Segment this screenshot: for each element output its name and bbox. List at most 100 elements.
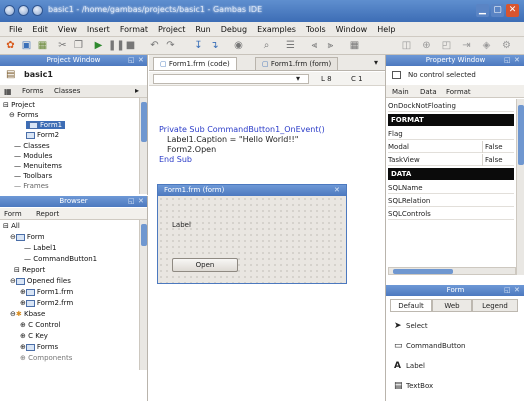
step-over-icon[interactable]: ↴ <box>208 39 221 52</box>
scroll-thumb[interactable] <box>393 269 453 274</box>
label-control[interactable]: Label <box>172 221 191 229</box>
lock-icon[interactable]: ◈ <box>480 39 493 52</box>
scroll-thumb[interactable] <box>141 102 147 142</box>
tab-forms[interactable]: Forms <box>22 87 43 95</box>
tab-form1-form[interactable]: ▢ Form1.frm (form) <box>255 57 339 70</box>
prop-row[interactable]: SQLName <box>388 182 514 194</box>
tree-item-classes[interactable]: — Classes <box>14 142 50 150</box>
tab-main[interactable]: Main <box>392 88 409 96</box>
breakpoint-icon[interactable]: ◉ <box>232 39 245 52</box>
properties-vscrollbar[interactable] <box>516 99 524 275</box>
align-right-icon[interactable]: ⫸ <box>324 39 337 52</box>
prop-row[interactable]: Modal False <box>388 141 514 153</box>
window-pin-icon[interactable] <box>32 5 43 16</box>
close-icon[interactable]: ✕ <box>334 185 340 196</box>
properties-icon[interactable]: ☰ <box>284 39 297 52</box>
run-icon[interactable]: ▶ <box>92 39 105 52</box>
menu-examples[interactable]: Examples <box>252 25 301 34</box>
browser-scrollbar[interactable] <box>139 220 147 370</box>
tree-item-report[interactable]: ⊟ Report <box>14 266 45 274</box>
tree-item-project[interactable]: ⊟ Project <box>3 101 35 109</box>
tab-legend[interactable]: Legend <box>472 299 518 312</box>
form-grid-canvas[interactable]: Label Open <box>158 196 346 283</box>
tab-form[interactable]: Form <box>4 210 22 218</box>
redo-icon[interactable]: ↷ <box>164 39 177 52</box>
all-toggle-icon[interactable]: ▦ <box>4 87 12 96</box>
panel-close-icon[interactable]: ✕ <box>138 196 144 207</box>
menu-view[interactable]: View <box>53 25 82 34</box>
menu-edit[interactable]: Edit <box>27 25 53 34</box>
grid-icon[interactable]: ▦ <box>348 39 361 52</box>
stop-icon[interactable]: ■ <box>124 39 137 52</box>
tab-classes[interactable]: Classes <box>54 87 80 95</box>
panel-close-icon[interactable]: ✕ <box>514 285 520 296</box>
prop-value[interactable]: False <box>482 154 514 166</box>
tree-item-all[interactable]: ⊟ All <box>3 222 20 230</box>
tree-item-commandbutton1[interactable]: — CommandButton1 <box>24 255 97 263</box>
minimize-icon[interactable]: ▁ <box>476 4 489 17</box>
panel-close-icon[interactable]: ✕ <box>514 55 520 66</box>
prop-row[interactable]: Flag <box>388 128 514 140</box>
prop-value[interactable]: False <box>482 141 514 153</box>
close-icon[interactable]: ✕ <box>506 4 519 17</box>
window-menu-icon[interactable] <box>4 5 15 16</box>
layer-icon[interactable]: ◰ <box>440 39 453 52</box>
chevron-down-icon[interactable]: ▾ <box>296 74 300 83</box>
tree-item-form[interactable]: ⊖ Form <box>10 233 45 241</box>
window-shade-icon[interactable] <box>18 5 29 16</box>
tab-format[interactable]: Format <box>446 88 471 96</box>
open-icon[interactable]: ▣ <box>20 39 33 52</box>
toolbox-item-textbox[interactable]: ▤ TextBox <box>394 381 433 391</box>
properties-hscrollbar[interactable] <box>388 267 516 275</box>
menu-help[interactable]: Help <box>372 25 400 34</box>
align-left-icon[interactable]: ⫷ <box>308 39 321 52</box>
panel-float-icon[interactable]: ◱ <box>128 55 135 66</box>
tree-item-opened-files[interactable]: ⊖ Opened files <box>10 277 71 285</box>
zoom-icon[interactable]: ⊕ <box>420 39 433 52</box>
prop-row[interactable]: TaskView False <box>388 154 514 166</box>
tree-item-forms[interactable]: ⊖ Forms <box>9 111 38 119</box>
tree-item-toolbars[interactable]: — Toolbars <box>14 172 52 180</box>
tree-item-form2-file[interactable]: ⊕ Form2.frm <box>20 299 73 307</box>
scroll-thumb[interactable] <box>518 105 524 165</box>
panel-close-icon[interactable]: ✕ <box>138 55 144 66</box>
panel-float-icon[interactable]: ◱ <box>504 285 511 296</box>
panel-float-icon[interactable]: ◱ <box>504 55 511 66</box>
tree-item-form1-file[interactable]: ⊕ Form1.frm <box>20 288 73 296</box>
tree-item-modules[interactable]: — Modules <box>14 152 52 160</box>
code-line-3[interactable]: Form2.Open <box>167 145 216 154</box>
tree-item-form1-selected[interactable]: Form1 <box>26 121 66 129</box>
tree-item-key[interactable]: ⊕ C Key <box>20 332 48 340</box>
step-icon[interactable]: ↧ <box>192 39 205 52</box>
tree-item-control[interactable]: ⊕ C Control <box>20 321 61 329</box>
tab-report[interactable]: Report <box>36 210 59 218</box>
tree-item-components[interactable]: ⊕ Components <box>20 354 72 362</box>
prop-row[interactable]: OnDockNotFloating <box>388 100 514 112</box>
project-scrollbar[interactable] <box>139 98 147 194</box>
tree-item-label1[interactable]: — Label1 <box>24 244 57 252</box>
size-icon[interactable]: ◫ <box>400 39 413 52</box>
prop-row[interactable]: SQLRelation <box>388 195 514 207</box>
code-line-2[interactable]: Label1.Caption = "Hello World!!" <box>167 135 298 144</box>
tree-item-frames[interactable]: — Frames <box>14 182 49 190</box>
menu-project[interactable]: Project <box>153 25 190 34</box>
tab-menu-icon[interactable]: ▾ <box>374 58 378 67</box>
menu-window[interactable]: Window <box>331 25 373 34</box>
pause-icon[interactable]: ❚❚ <box>108 39 125 52</box>
menu-debug[interactable]: Debug <box>216 25 252 34</box>
toolbox-item-label[interactable]: A Label <box>394 361 425 371</box>
undo-icon[interactable]: ↶ <box>148 39 161 52</box>
new-project-icon[interactable]: ✿ <box>4 39 17 52</box>
maximize-icon[interactable]: ▢ <box>491 4 504 17</box>
toolbox-item-commandbutton[interactable]: ▭ CommandButton <box>394 341 465 351</box>
open-button-control[interactable]: Open <box>172 258 238 272</box>
tree-item-forms-class[interactable]: ⊕ Forms <box>20 343 58 351</box>
code-line-4[interactable]: End Sub <box>159 155 192 164</box>
form-designer-titlebar[interactable]: Form1.frm (form) ✕ <box>158 185 346 196</box>
toolbox-item-select[interactable]: ➤ Select <box>394 321 428 331</box>
menu-insert[interactable]: Insert <box>82 25 115 34</box>
tab-web[interactable]: Web <box>432 299 472 312</box>
panel-float-icon[interactable]: ◱ <box>128 196 135 207</box>
tree-item-menuitems[interactable]: — Menuitems <box>14 162 62 170</box>
tab-default[interactable]: Default <box>390 299 432 312</box>
